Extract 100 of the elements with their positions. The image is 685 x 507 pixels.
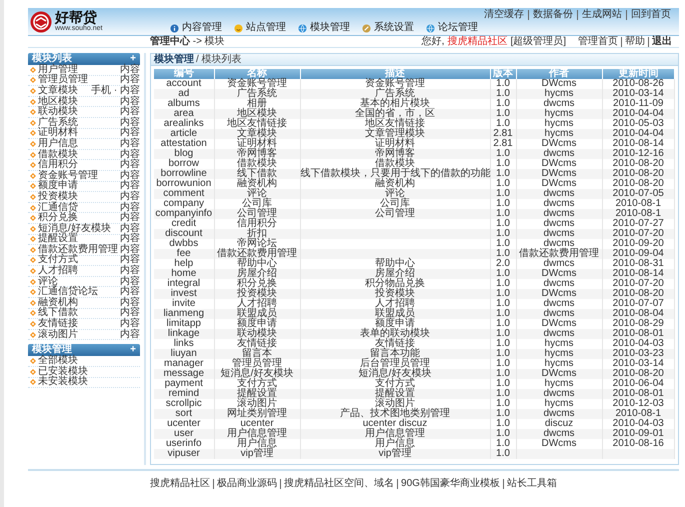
table-cell: vip管理 bbox=[214, 449, 300, 459]
user-bar-link[interactable]: 管理首页 bbox=[575, 36, 621, 46]
bullet-icon bbox=[30, 88, 36, 94]
logo-title: 好帮贷 bbox=[55, 10, 97, 25]
sidebar-link[interactable]: 证明材料 bbox=[38, 128, 78, 138]
sidebar-link[interactable]: 投资模块 bbox=[38, 192, 78, 202]
table-cell: vip管理 bbox=[300, 449, 490, 459]
sidebar-link[interactable]: 借款模块 bbox=[38, 150, 78, 160]
content-link[interactable]: 内容 bbox=[120, 118, 140, 128]
sidebar-link[interactable]: 提醒设置 bbox=[38, 234, 78, 244]
content-link[interactable]: 内容 bbox=[120, 244, 140, 255]
content-link[interactable]: 内容 bbox=[120, 150, 140, 160]
content-link[interactable]: 内容 bbox=[120, 128, 140, 138]
content-link[interactable]: 内容 bbox=[120, 266, 140, 276]
bullet-icon bbox=[30, 321, 36, 328]
content-link[interactable]: 内容 bbox=[120, 234, 140, 244]
table-cell: 1.0 bbox=[490, 449, 516, 459]
top-link[interactable]: 回到首页 bbox=[626, 10, 675, 20]
nav-tab[interactable]: 内容管理 bbox=[170, 23, 222, 33]
content-link[interactable]: 内容 bbox=[120, 170, 140, 181]
sidebar-link[interactable]: 积分兑换 bbox=[38, 213, 78, 224]
sidebar-link[interactable]: 全部模块 bbox=[38, 356, 78, 366]
content-link[interactable]: 内容 bbox=[120, 319, 140, 330]
content-link[interactable]: 内容 bbox=[120, 192, 140, 202]
bullet-icon bbox=[30, 152, 36, 158]
bullet-icon bbox=[30, 268, 36, 274]
breadcrumb: 管理中心 -> 模块 bbox=[149, 36, 225, 46]
top-link[interactable]: 数据备份 bbox=[528, 10, 577, 20]
nav-tab[interactable]: 模块管理 bbox=[298, 23, 350, 33]
content-link[interactable]: 内容 bbox=[120, 138, 140, 149]
content-link[interactable]: 内容 bbox=[120, 330, 140, 340]
content-link[interactable]: 内容 bbox=[120, 276, 140, 287]
footer-link[interactable]: 搜虎精品社区空间、域名 bbox=[280, 479, 398, 489]
top-link[interactable]: 清空缓存 bbox=[480, 10, 528, 20]
content-link[interactable]: 内容 bbox=[120, 96, 140, 107]
bullet-icon bbox=[30, 109, 36, 116]
sidebar-title: 模块列表 bbox=[32, 54, 72, 64]
globe-icon bbox=[298, 24, 307, 32]
sidebar-link[interactable]: 额度申请 bbox=[38, 181, 78, 192]
content-link[interactable]: 内容 bbox=[120, 224, 140, 234]
footer-link[interactable]: 90G韩国豪华商业模板 bbox=[397, 479, 503, 489]
bullet-icon bbox=[30, 162, 36, 168]
content-link[interactable]: 内容 bbox=[120, 107, 140, 118]
content-link[interactable]: 内容 bbox=[120, 213, 140, 224]
footer-link[interactable]: 搜虎精品社区 bbox=[147, 479, 214, 489]
sidebar-link[interactable]: 滚动图片 bbox=[38, 330, 78, 340]
sidebar-header[interactable]: 模块列表 + bbox=[28, 53, 140, 65]
bullet-icon bbox=[30, 172, 36, 179]
sidebar-link[interactable]: 借款还款费用管理 bbox=[38, 244, 118, 255]
role-text: [超级管理员] bbox=[510, 36, 566, 46]
sidebar-link[interactable]: 地区模块 bbox=[38, 96, 78, 107]
content-link[interactable]: 内容 bbox=[120, 64, 140, 75]
sidebar-link[interactable]: 信用积分 bbox=[38, 160, 78, 170]
user-bar-link[interactable]: 帮助 bbox=[621, 36, 648, 46]
footer-link[interactable]: 极品商业源码 bbox=[213, 479, 280, 489]
sidebar-link[interactable]: 管理员管理 bbox=[38, 75, 88, 86]
content-link[interactable]: 内容 bbox=[120, 255, 140, 266]
content-link[interactable]: 内容 bbox=[120, 75, 140, 86]
sidebar-link[interactable]: 友情链接 bbox=[38, 319, 78, 330]
sidebar-link[interactable]: 未安装模块 bbox=[38, 377, 88, 388]
nav-tab[interactable]: 系统设置 bbox=[362, 23, 414, 33]
content-link[interactable]: 内容 bbox=[120, 202, 140, 213]
toggle-sign[interactable]: + bbox=[130, 54, 136, 64]
info-icon bbox=[170, 24, 179, 32]
bullet-icon bbox=[30, 246, 36, 253]
user-link[interactable]: 搜虎精品社区 bbox=[447, 36, 508, 46]
bullet-icon bbox=[30, 300, 36, 306]
sidebar-link[interactable]: 联动模块 bbox=[38, 107, 78, 118]
sidebar-link[interactable]: 广告系统 bbox=[38, 118, 78, 128]
sidebar-link[interactable]: 汇通信贷论坛 bbox=[38, 287, 98, 298]
bullet-icon bbox=[30, 379, 36, 386]
sidebar-link[interactable]: 汇通信贷 bbox=[38, 202, 78, 213]
sidebar-link[interactable]: 文章模块 bbox=[38, 86, 78, 96]
bullet-icon bbox=[30, 140, 36, 147]
greeting-text: 您好, bbox=[422, 36, 444, 46]
sidebar-link[interactable]: 资金账号管理 bbox=[38, 170, 98, 181]
content-link[interactable]: 内容 bbox=[120, 181, 140, 192]
nav-tab[interactable]: 站点管理 bbox=[234, 23, 286, 33]
content-link[interactable]: 内容 bbox=[120, 308, 140, 318]
toggle-sign[interactable]: + bbox=[130, 345, 136, 356]
nav-tab[interactable]: 论坛管理 bbox=[426, 23, 478, 33]
sidebar-link[interactable]: 支付方式 bbox=[38, 255, 78, 266]
content-link[interactable]: 内容 bbox=[120, 298, 140, 308]
sidebar-link[interactable]: 线下借款 bbox=[38, 308, 78, 318]
top-link[interactable]: 生成网站 bbox=[577, 10, 626, 20]
sidebar-link[interactable]: 融资机构 bbox=[38, 298, 78, 308]
sidebar-link[interactable]: 短消息/好友模块 bbox=[38, 224, 111, 234]
bullet-icon bbox=[30, 332, 36, 338]
user-bar-link[interactable]: 退出 bbox=[648, 36, 675, 46]
footer-link[interactable]: 站长工具箱 bbox=[502, 479, 560, 489]
sidebar-link[interactable]: 用户管理 bbox=[38, 64, 78, 75]
sidebar-link[interactable]: 用户信息 bbox=[38, 138, 78, 149]
sidebar-link[interactable]: 评论 bbox=[38, 276, 58, 287]
sidebar-link[interactable]: 人才招聘 bbox=[38, 266, 78, 276]
sidebar-link[interactable]: 已安装模块 bbox=[38, 366, 88, 377]
bullet-icon bbox=[30, 310, 36, 316]
content-link[interactable]: 内容 bbox=[120, 287, 140, 298]
content-link[interactable]: 手机 · 内容 bbox=[91, 86, 140, 96]
content-link[interactable]: 内容 bbox=[120, 160, 140, 170]
bullet-icon bbox=[30, 215, 36, 222]
